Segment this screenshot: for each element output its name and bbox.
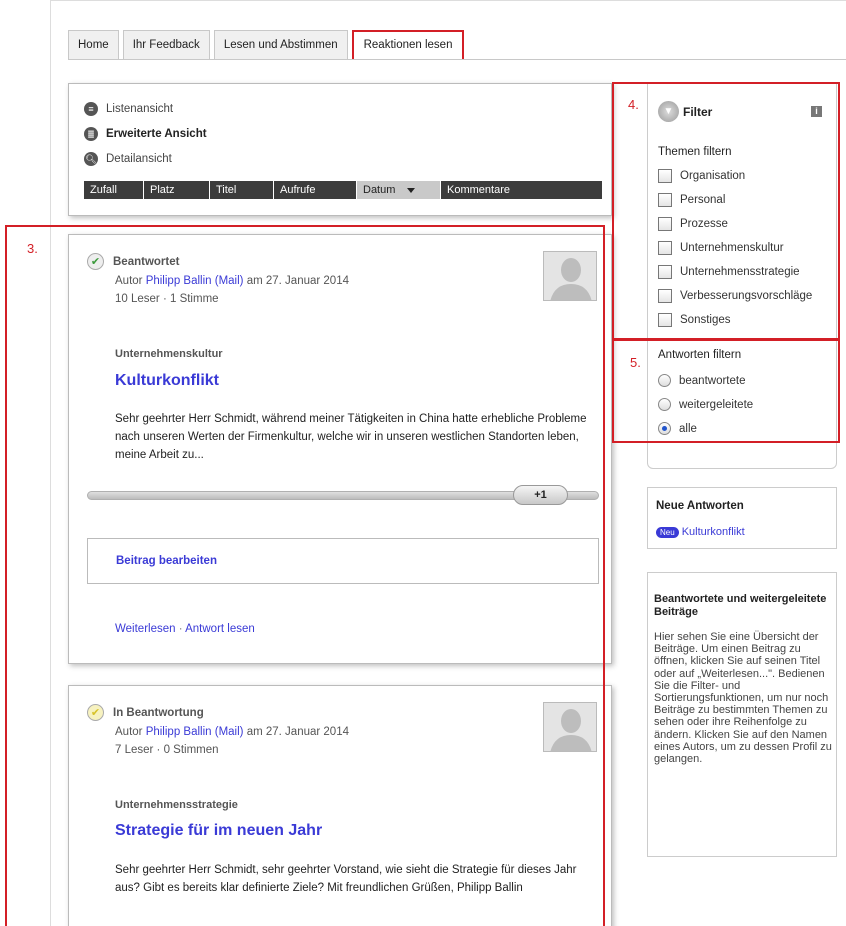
sort-down-icon: [407, 187, 416, 193]
view-option-label: Listenansicht: [106, 102, 174, 115]
extended-view-icon: ≣: [84, 126, 98, 141]
sort-datum[interactable]: Datum: [357, 181, 441, 199]
sort-datum-label: Datum: [363, 184, 396, 196]
main-tabs: Home Ihr Feedback Lesen und Abstimmen Re…: [68, 30, 468, 59]
list-icon: ≡: [84, 101, 98, 116]
help-title: Beantwortete und weitergeleitete Beiträg…: [654, 593, 827, 618]
view-option-extended[interactable]: ≣ Erweiterte Ansicht: [69, 121, 611, 146]
help-panel: Beantwortete und weitergeleitete Beiträg…: [647, 572, 837, 857]
view-option-list[interactable]: ≡ Listenansicht: [69, 96, 611, 121]
view-options-panel: ≡ Listenansicht ≣ Erweiterte Ansicht 🔍︎ …: [68, 83, 612, 216]
annotation-label-3: 3.: [27, 241, 38, 256]
tab-home[interactable]: Home: [68, 30, 119, 59]
sort-zufall[interactable]: Zufall: [84, 181, 144, 199]
annotation-label-4: 4.: [628, 97, 639, 112]
new-answer-link[interactable]: Kulturkonflikt: [682, 526, 745, 538]
new-answer-item[interactable]: Neu Kulturkonflikt: [656, 526, 745, 538]
sort-platz[interactable]: Platz: [144, 181, 210, 199]
annotation-box-4: [612, 82, 840, 340]
magnifier-icon: 🔍︎: [84, 151, 98, 166]
sort-bar: Zufall Platz Titel Aufrufe Datum Komment…: [84, 181, 602, 199]
tab-ihr-feedback[interactable]: Ihr Feedback: [122, 30, 210, 59]
annotation-box-3: [5, 225, 605, 926]
sort-titel[interactable]: Titel: [210, 181, 274, 199]
sort-kommentare[interactable]: Kommentare: [441, 181, 581, 199]
tab-reaktionen-lesen[interactable]: Reaktionen lesen: [351, 30, 465, 59]
help-text: Hier sehen Sie eine Übersicht der Beiträ…: [654, 631, 832, 766]
tab-lesen-und-abstimmen[interactable]: Lesen und Abstimmen: [213, 30, 348, 59]
new-answers-panel: Neue Antworten Neu Kulturkonflikt: [647, 487, 837, 549]
view-option-label: Erweiterte Ansicht: [106, 127, 207, 140]
view-option-label: Detailansicht: [106, 152, 172, 165]
annotation-box-5: [612, 339, 840, 443]
annotation-label-5: 5.: [630, 355, 641, 370]
tab-divider: [68, 59, 846, 60]
new-badge: Neu: [656, 526, 679, 538]
new-answers-title: Neue Antworten: [656, 500, 744, 512]
view-option-detail[interactable]: 🔍︎ Detailansicht: [69, 146, 611, 171]
sort-aufrufe[interactable]: Aufrufe: [274, 181, 357, 199]
